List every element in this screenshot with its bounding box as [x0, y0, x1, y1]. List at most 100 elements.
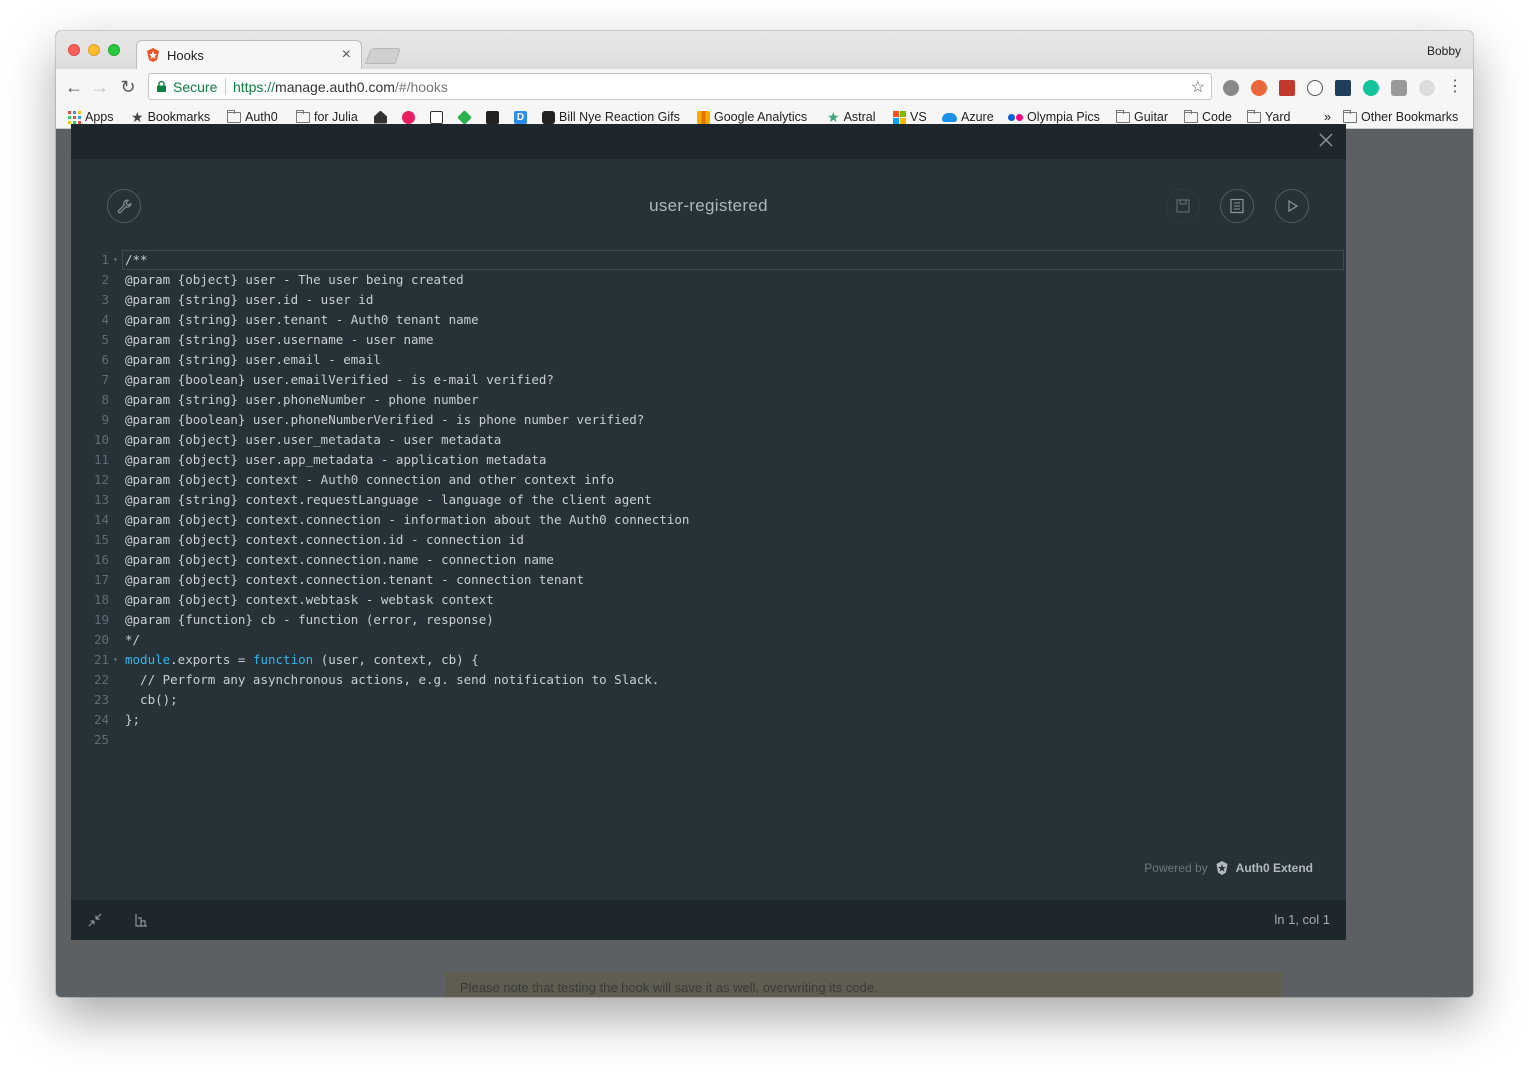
- disabled-extension-icon[interactable]: [1419, 80, 1435, 96]
- code-line[interactable]: 11 @param {object} user.app_metadata - ap…: [71, 450, 1346, 470]
- code-line[interactable]: 3 @param {string} user.id - user id: [71, 290, 1346, 310]
- bookmark-label: Yard: [1265, 110, 1291, 124]
- close-icon[interactable]: [1316, 130, 1336, 150]
- code-line[interactable]: 23 cb();: [71, 690, 1346, 710]
- code-editor[interactable]: 1 ▾ /** 2 @param {object} user - The user be…: [71, 250, 1346, 770]
- code-text: @param {boolean} user.phoneNumberVerifie…: [125, 412, 645, 427]
- bookmark-app[interactable]: [486, 109, 499, 125]
- code-line[interactable]: 18 @param {object} context.webtask - webt…: [71, 590, 1346, 610]
- powered-by: Powered by Auth0 Extend: [1144, 860, 1313, 876]
- tab-title: Hooks: [167, 48, 204, 63]
- code-text: @param {string} user.tenant - Auth0 tena…: [125, 312, 479, 327]
- code-line[interactable]: 17 @param {object} context.connection.ten…: [71, 570, 1346, 590]
- code-line[interactable]: 1 ▾ /**: [71, 250, 1346, 270]
- camera-extension-icon[interactable]: [1391, 80, 1407, 96]
- folder-icon: [1247, 109, 1261, 123]
- line-number: 25: [93, 732, 109, 747]
- logs-button[interactable]: [1220, 189, 1254, 223]
- code-line[interactable]: 19 @param {function} cb - function (error…: [71, 610, 1346, 630]
- code-line[interactable]: 9 @param {boolean} user.phoneNumberVerifi…: [71, 410, 1346, 430]
- bookmark-label: Other Bookmarks: [1361, 110, 1459, 124]
- bookmark-play[interactable]: [402, 109, 415, 125]
- code-line[interactable]: 4 @param {string} user.tenant - Auth0 ten…: [71, 310, 1346, 330]
- save-icon: [1176, 199, 1190, 213]
- code-text: @param {object} context.connection.name …: [125, 552, 554, 567]
- browser-menu-icon[interactable]: ⋮: [1445, 77, 1465, 97]
- close-window-button[interactable]: [68, 44, 80, 56]
- bookmark-download[interactable]: [430, 109, 443, 125]
- bookmarks-overflow-button[interactable]: »: [1324, 109, 1331, 125]
- react-extension-icon[interactable]: [1335, 80, 1351, 96]
- bookmark-feedly[interactable]: [457, 109, 472, 125]
- code-line[interactable]: 16 @param {object} context.connection.nam…: [71, 550, 1346, 570]
- bookmark-auth0[interactable]: Auth0: [227, 109, 278, 125]
- minimize-window-button[interactable]: [88, 44, 100, 56]
- code-line[interactable]: 10 @param {object} user.user_metadata - u…: [71, 430, 1346, 450]
- secrets-icon[interactable]: [133, 912, 149, 928]
- maximize-window-button[interactable]: [108, 44, 120, 56]
- code-line[interactable]: 15 @param {object} context.connection.id …: [71, 530, 1346, 550]
- browser-tab[interactable]: Hooks ×: [136, 40, 362, 70]
- line-number: 15: [93, 532, 109, 547]
- bookmark-bookmarks[interactable]: ★ Bookmarks: [131, 109, 210, 125]
- play-icon: [402, 110, 415, 124]
- profile-name[interactable]: Bobby: [1427, 44, 1461, 58]
- bookmark-home[interactable]: [374, 109, 387, 125]
- collapse-icon[interactable]: [87, 912, 103, 928]
- bookmark-star-icon[interactable]: ☆: [1191, 77, 1205, 97]
- code-line[interactable]: 20 */: [71, 630, 1346, 650]
- run-button[interactable]: [1275, 189, 1309, 223]
- bookmark-astral[interactable]: ★ Astral: [827, 109, 876, 125]
- url-host: manage.auth0.com: [275, 79, 395, 95]
- bookmark-d[interactable]: D: [514, 109, 527, 125]
- bookmark-olympia-pics[interactable]: Olympia Pics: [1008, 109, 1100, 125]
- code-line[interactable]: 5 @param {string} user.username - user na…: [71, 330, 1346, 350]
- code-text: @param {string} context.requestLanguage …: [125, 492, 652, 507]
- code-text: @param {string} user.email - email: [125, 352, 381, 367]
- code-line[interactable]: 21 ▾ module.exports = function (user, cont…: [71, 650, 1346, 670]
- code-line[interactable]: 22 // Perform any asynchronous actions, …: [71, 670, 1346, 690]
- bookmark-code[interactable]: Code: [1184, 109, 1232, 125]
- code-line[interactable]: 6 @param {string} user.email - email: [71, 350, 1346, 370]
- reload-icon[interactable]: ↻: [118, 77, 138, 97]
- fold-toggle-icon[interactable]: ▾: [113, 650, 118, 670]
- info-extension-icon[interactable]: [1307, 80, 1323, 96]
- grammarly-extension-icon[interactable]: [1363, 80, 1379, 96]
- bookmark-yard[interactable]: Yard: [1247, 109, 1290, 125]
- code-keyword: module: [125, 652, 171, 667]
- code-line[interactable]: 24};: [71, 710, 1346, 730]
- back-arrow-icon[interactable]: ←: [64, 77, 84, 97]
- new-tab-button[interactable]: [365, 48, 401, 64]
- bookmark-for-julia[interactable]: for Julia: [296, 109, 358, 125]
- extension-settings-icon[interactable]: [1223, 80, 1239, 96]
- code-line[interactable]: 2 @param {object} user - The user being c…: [71, 270, 1346, 290]
- code-text: module.exports = function (user, context…: [125, 650, 479, 670]
- bookmark-apps[interactable]: Apps: [68, 109, 114, 125]
- code-line[interactable]: 25: [71, 730, 1346, 750]
- code-line[interactable]: 14 @param {object} context.connection - i…: [71, 510, 1346, 530]
- tab-close-icon[interactable]: ×: [342, 46, 351, 64]
- code-text: @param {object} user - The user being cr…: [125, 272, 464, 287]
- bookmark-other-bookmarks[interactable]: Other Bookmarks: [1343, 109, 1458, 125]
- code-line[interactable]: 13 @param {string} context.requestLanguag…: [71, 490, 1346, 510]
- bookmark-azure[interactable]: Azure: [942, 109, 994, 125]
- bookmark-bill-nye[interactable]: Bill Nye Reaction Gifs: [542, 109, 680, 125]
- code-text: @param {string} user.id - user id: [125, 292, 374, 307]
- chevron-double-right-icon: »: [1324, 110, 1331, 124]
- code-line[interactable]: 7 @param {boolean} user.emailVerified - i…: [71, 370, 1346, 390]
- forward-arrow-icon[interactable]: →: [90, 77, 110, 97]
- save-button[interactable]: [1166, 189, 1200, 223]
- bookmark-label: Auth0: [245, 110, 278, 124]
- folder-icon: [1343, 109, 1357, 123]
- code-line[interactable]: 8 @param {string} user.phoneNumber - phon…: [71, 390, 1346, 410]
- fold-toggle-icon[interactable]: ▾: [113, 250, 118, 270]
- bookmark-vs[interactable]: VS: [893, 109, 927, 125]
- bookmark-guitar[interactable]: Guitar: [1116, 109, 1168, 125]
- code-token: (user, context, cb) {: [313, 652, 479, 667]
- bookmark-google-analytics[interactable]: Google Analytics: [697, 109, 807, 125]
- calendar-extension-icon[interactable]: [1279, 80, 1295, 96]
- line-number: 6: [101, 352, 109, 367]
- extension-orange-icon[interactable]: [1251, 80, 1267, 96]
- address-bar[interactable]: Secure https://manage.auth0.com/#/hooks …: [148, 73, 1212, 100]
- code-line[interactable]: 12 @param {object} context - Auth0 connec…: [71, 470, 1346, 490]
